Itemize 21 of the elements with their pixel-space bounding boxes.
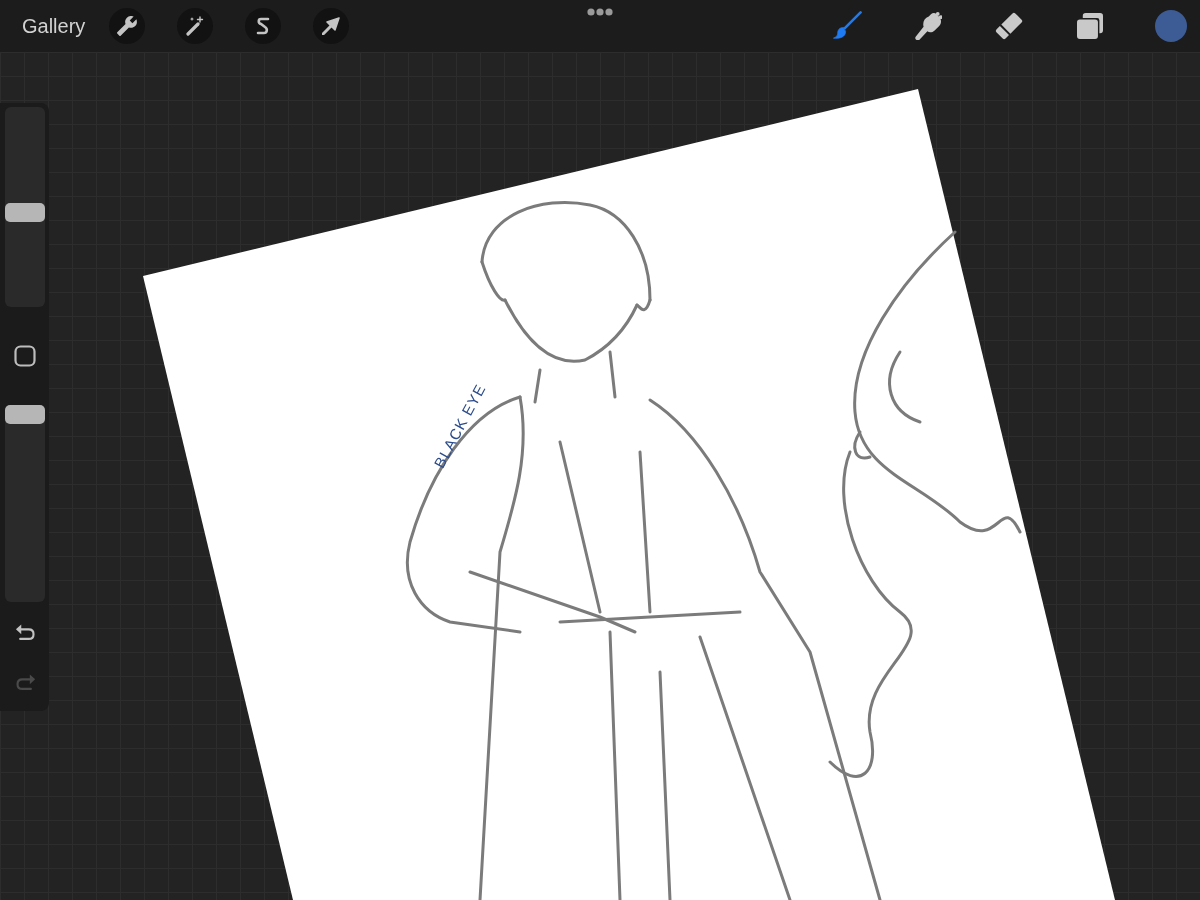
brush-icon	[832, 11, 862, 41]
magic-wand-button[interactable]	[177, 8, 214, 44]
square-icon	[13, 345, 36, 367]
opacity-slider[interactable]	[4, 405, 45, 602]
magic-wand-icon	[185, 16, 206, 36]
eraser-icon	[995, 12, 1023, 40]
brush-size-slider[interactable]	[4, 107, 45, 307]
color-swatch[interactable]	[1155, 10, 1187, 42]
layers-icon	[1077, 13, 1103, 39]
wrench-button[interactable]	[109, 8, 146, 44]
undo-icon	[13, 624, 36, 640]
wrench-icon	[117, 16, 138, 36]
arrow-icon	[322, 17, 341, 35]
finger-icon	[914, 12, 942, 40]
transform-button[interactable]	[313, 8, 350, 44]
slider-thumb[interactable]	[4, 405, 45, 424]
selection-button[interactable]	[245, 8, 282, 44]
ellipsis-icon	[587, 8, 613, 16]
slider-thumb[interactable]	[4, 203, 45, 222]
gallery-button[interactable]: Gallery	[22, 14, 86, 38]
modify-button[interactable]	[13, 345, 36, 367]
